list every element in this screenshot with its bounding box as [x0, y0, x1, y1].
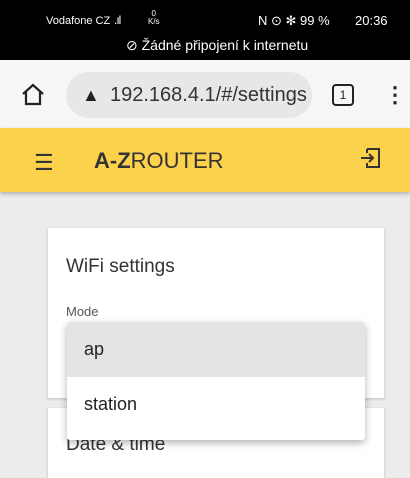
- brand-suffix: ROUTER: [130, 148, 224, 173]
- mode-option-ap[interactable]: ap: [67, 322, 365, 377]
- browser-toolbar: ▲ 192.168.4.1/#/settings 1 ⋮: [0, 60, 410, 128]
- mode-label: Mode: [66, 304, 99, 319]
- home-icon[interactable]: [20, 82, 46, 106]
- clock: 20:36: [355, 13, 388, 28]
- mode-option-station[interactable]: station: [67, 377, 365, 432]
- logout-icon[interactable]: [358, 146, 382, 170]
- brand-prefix: A-Z: [94, 148, 131, 173]
- carrier-name: Vodafone CZ: [46, 15, 111, 27]
- speed-unit: K/s: [148, 17, 160, 26]
- warning-icon[interactable]: ▲: [82, 85, 100, 106]
- hamburger-menu-icon[interactable]: ☰: [34, 150, 54, 176]
- no-connection-text: Žádné připojení k internetu: [141, 37, 309, 53]
- url-text[interactable]: 192.168.4.1/#/settings: [110, 84, 307, 107]
- mode-dropdown-menu: ap station: [67, 322, 365, 440]
- wifi-settings-title: WiFi settings: [66, 256, 175, 277]
- status-indicators: N ⊙ ✻ 99 %: [258, 13, 330, 28]
- signal-icon: .ıl: [114, 13, 121, 27]
- more-menu-icon[interactable]: ⋮: [384, 82, 406, 108]
- app-header: ☰ A-ZROUTER: [0, 128, 410, 192]
- status-bar: Vodafone CZ .ıl 0 K/s N ⊙ ✻ 99 % 20:36 ⊘…: [0, 0, 410, 60]
- tab-switcher-button[interactable]: 1: [332, 84, 354, 106]
- address-bar[interactable]: ▲ 192.168.4.1/#/settings: [66, 72, 312, 118]
- app-logo: A-ZROUTER: [94, 148, 224, 174]
- no-wifi-icon: ⊘: [126, 37, 138, 53]
- network-speed: 0 K/s: [148, 10, 160, 26]
- no-connection-notice: ⊘ Žádné připojení k internetu: [126, 37, 308, 54]
